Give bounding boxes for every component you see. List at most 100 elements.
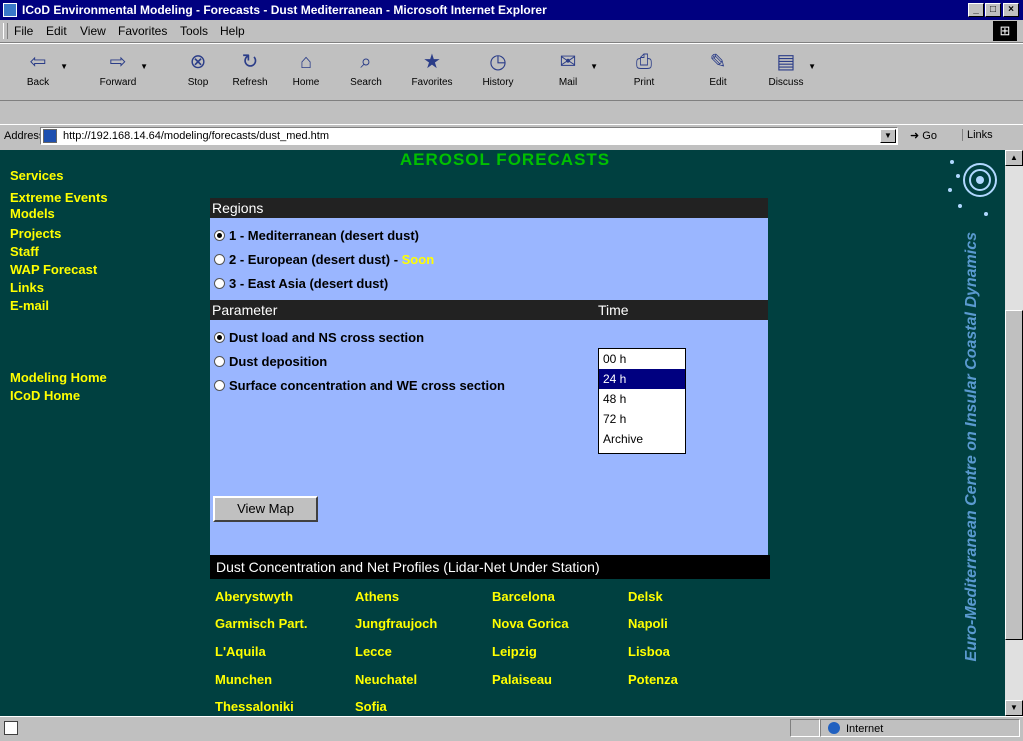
nav-email[interactable]: E-mail <box>10 298 49 313</box>
stop-button[interactable]: ⊗ Stop <box>170 48 226 96</box>
scroll-thumb[interactable] <box>1005 310 1023 640</box>
radio-button[interactable] <box>214 356 225 367</box>
nav-wap-forecast[interactable]: WAP Forecast <box>10 262 97 277</box>
refresh-button[interactable]: ↻ Refresh <box>222 48 278 96</box>
vertical-scrollbar[interactable]: ▲ ▼ <box>1005 150 1023 716</box>
menu-bar: File Edit View Favorites Tools Help ⊞ <box>0 20 1023 43</box>
station-link[interactable]: Athens <box>355 589 399 604</box>
ie-app-icon <box>3 3 17 17</box>
view-map-button[interactable]: View Map <box>213 496 318 522</box>
menu-help[interactable]: Help <box>220 24 245 38</box>
station-link[interactable]: Neuchatel <box>355 672 417 687</box>
nav-links[interactable]: Links <box>10 280 44 295</box>
nav-extreme-events[interactable]: Extreme Events <box>10 190 108 205</box>
nav-projects[interactable]: Projects <box>10 226 61 241</box>
regions-header: Regions <box>210 198 768 218</box>
maximize-button[interactable]: □ <box>985 3 1001 17</box>
menu-edit[interactable]: Edit <box>46 24 67 38</box>
favorites-button[interactable]: ★ Favorites <box>404 48 460 96</box>
station-link[interactable]: Aberystwyth <box>215 589 293 604</box>
station-link[interactable]: Thessaloniki <box>215 699 294 714</box>
euromed-logo: Euro-Mediterranean Centre on Insular Coa… <box>942 150 1002 661</box>
station-link[interactable]: Lisboa <box>628 644 670 659</box>
region-option-european[interactable]: 2 - European (desert dust) - Soon <box>214 252 434 267</box>
chevron-down-icon[interactable]: ▼ <box>60 62 68 71</box>
time-select-list[interactable]: 00 h 24 h 48 h 72 h Archive <box>598 348 686 454</box>
nav-services[interactable]: Services <box>10 168 64 183</box>
address-url[interactable]: http://192.168.14.64/modeling/forecasts/… <box>63 130 329 142</box>
station-link[interactable]: Delsk <box>628 589 663 604</box>
home-icon: ⌂ <box>299 51 313 73</box>
menu-file[interactable]: File <box>14 24 33 38</box>
windows-logo-icon: ⊞ <box>993 21 1017 41</box>
page-content: Services Extreme Events Models Projects … <box>0 150 1005 716</box>
chevron-down-icon[interactable]: ▼ <box>140 62 148 71</box>
chevron-down-icon[interactable]: ▼ <box>808 62 816 71</box>
nav-modeling-home[interactable]: Modeling Home <box>10 370 107 385</box>
mail-icon: ✉ <box>559 51 577 73</box>
time-option-72h[interactable]: 72 h <box>599 409 685 429</box>
address-input[interactable]: http://192.168.14.64/modeling/forecasts/… <box>40 127 898 145</box>
history-icon: ◷ <box>489 51 507 73</box>
print-button[interactable]: ⎙ Print <box>616 48 672 96</box>
history-button[interactable]: ◷ History <box>470 48 526 96</box>
station-link[interactable]: Leipzig <box>492 644 537 659</box>
window-titlebar: ICoD Environmental Modeling - Forecasts … <box>0 0 1023 20</box>
menu-tools[interactable]: Tools <box>180 24 208 38</box>
back-button[interactable]: ⇦ Back ▼ <box>10 48 68 96</box>
station-link[interactable]: Lecce <box>355 644 392 659</box>
links-button[interactable]: Links <box>962 129 993 141</box>
security-zone: Internet <box>828 722 883 735</box>
nav-models[interactable]: Models <box>10 206 55 221</box>
discuss-button[interactable]: ▤ Discuss ▼ <box>758 48 816 96</box>
minimize-button[interactable]: _ <box>968 3 984 17</box>
region-option-east-asia[interactable]: 3 - East Asia (desert dust) <box>214 276 388 291</box>
region-option-mediterranean[interactable]: 1 - Mediterranean (desert dust) <box>214 228 419 243</box>
status-bar: Internet <box>0 716 1023 741</box>
station-link[interactable]: L'Aquila <box>215 644 266 659</box>
address-bar: Address http://192.168.14.64/modeling/fo… <box>0 124 1023 149</box>
scroll-down-button[interactable]: ▼ <box>1005 700 1023 716</box>
menubar-grip <box>3 23 8 39</box>
station-link[interactable]: Napoli <box>628 616 668 631</box>
mail-button[interactable]: ✉ Mail ▼ <box>540 48 598 96</box>
nav-staff[interactable]: Staff <box>10 244 39 259</box>
station-link[interactable]: Jungfraujoch <box>355 616 437 631</box>
chevron-down-icon[interactable]: ▼ <box>590 62 598 71</box>
time-option-48h[interactable]: 48 h <box>599 389 685 409</box>
station-link[interactable]: Sofia <box>355 699 387 714</box>
radio-button[interactable] <box>214 332 225 343</box>
station-link[interactable]: Munchen <box>215 672 272 687</box>
parameter-option-dust-deposition[interactable]: Dust deposition <box>214 354 327 369</box>
parameter-option-dust-load[interactable]: Dust load and NS cross section <box>214 330 424 345</box>
time-option-00h[interactable]: 00 h <box>599 349 685 369</box>
radio-button[interactable] <box>214 230 225 241</box>
search-button[interactable]: ⌕ Search <box>338 48 394 96</box>
time-option-archive[interactable]: Archive <box>599 429 685 449</box>
station-link[interactable]: Palaiseau <box>492 672 552 687</box>
radio-button[interactable] <box>214 254 225 265</box>
nav-icod-home[interactable]: ICoD Home <box>10 388 80 403</box>
station-link[interactable]: Garmisch Part. <box>215 616 308 631</box>
station-link[interactable]: Barcelona <box>492 589 555 604</box>
time-option-24h[interactable]: 24 h <box>599 369 685 389</box>
edit-button[interactable]: ✎ Edit <box>690 48 746 96</box>
scroll-up-button[interactable]: ▲ <box>1005 150 1023 166</box>
soon-badge: Soon <box>401 252 435 267</box>
forward-button[interactable]: ⇨ Forward ▼ <box>90 48 148 96</box>
discuss-icon: ▤ <box>776 51 796 73</box>
menu-favorites[interactable]: Favorites <box>118 24 167 38</box>
menu-view[interactable]: View <box>80 24 106 38</box>
back-arrow-icon: ⇦ <box>29 51 47 73</box>
edit-icon: ✎ <box>709 51 727 73</box>
radio-button[interactable] <box>214 380 225 391</box>
station-link[interactable]: Potenza <box>628 672 678 687</box>
refresh-icon: ↻ <box>241 51 259 73</box>
close-button[interactable]: × <box>1003 3 1019 17</box>
go-button[interactable]: ➜ Go <box>910 129 937 142</box>
parameter-option-surface-concentration[interactable]: Surface concentration and WE cross secti… <box>214 378 505 393</box>
radio-button[interactable] <box>214 278 225 289</box>
home-button[interactable]: ⌂ Home <box>278 48 334 96</box>
station-link[interactable]: Nova Gorica <box>492 616 569 631</box>
address-dropdown-button[interactable]: ▼ <box>880 129 896 143</box>
